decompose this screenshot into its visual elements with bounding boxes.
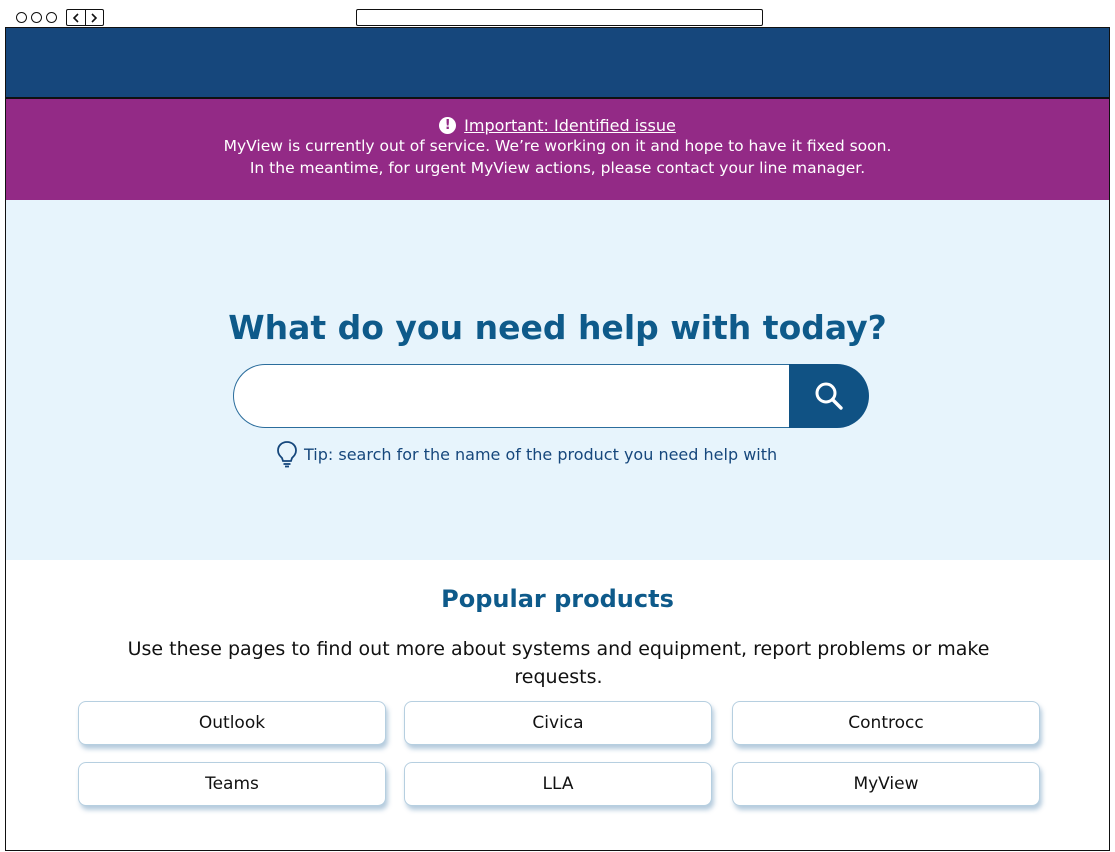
window-control-dot[interactable]: [46, 12, 57, 23]
forward-button[interactable]: [84, 10, 104, 25]
site-header: [6, 27, 1109, 99]
exclamation-circle-icon: !: [439, 117, 457, 134]
tip-text: Tip: search for the name of the product …: [304, 444, 778, 464]
nav-buttons: [66, 9, 104, 26]
page-frame: ! Important: Identified issue MyView is …: [5, 27, 1110, 851]
section-title: Popular products: [441, 585, 674, 613]
window-control-dot[interactable]: [16, 12, 27, 23]
search-input[interactable]: [233, 364, 813, 428]
popular-products-section: Popular products Use these pages to find…: [6, 560, 1109, 850]
search-icon: [815, 382, 843, 410]
alert-heading[interactable]: ! Important: Identified issue: [6, 116, 1109, 135]
window-control-dot[interactable]: [31, 12, 42, 23]
back-button[interactable]: [67, 10, 85, 25]
address-bar[interactable]: [356, 9, 763, 26]
search-hero: What do you need help with today? Tip: s…: [6, 200, 1109, 560]
page-title: What do you need help with today?: [228, 308, 887, 347]
chevron-right-icon: [91, 12, 98, 23]
search-button[interactable]: [789, 364, 869, 428]
product-card-controcc[interactable]: Controcc: [732, 701, 1040, 745]
alert-title-link[interactable]: Important: Identified issue: [464, 116, 676, 135]
search-tip: Tip: search for the name of the product …: [276, 440, 777, 468]
product-card-civica[interactable]: Civica: [404, 701, 712, 745]
alert-banner: ! Important: Identified issue MyView is …: [6, 99, 1109, 200]
search-bar: [233, 364, 869, 428]
product-card-teams[interactable]: Teams: [78, 762, 386, 806]
chevron-left-icon: [72, 12, 79, 23]
alert-message-line: In the meantime, for urgent MyView actio…: [249, 159, 866, 177]
product-card-myview[interactable]: MyView: [732, 762, 1040, 806]
section-description: Use these pages to find out more about s…: [127, 638, 990, 688]
product-card-outlook[interactable]: Outlook: [78, 701, 386, 745]
alert-message-line: MyView is currently out of service. We’r…: [223, 137, 892, 155]
browser-chrome: [0, 0, 1115, 28]
product-card-lla[interactable]: LLA: [404, 762, 712, 806]
lightbulb-icon: [277, 441, 297, 468]
